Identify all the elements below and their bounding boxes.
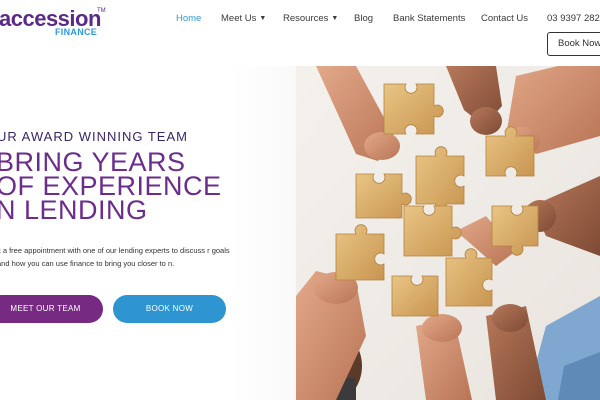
- site-header: accession TM FINANCE Home Meet Us ▼ Resou…: [0, 0, 600, 66]
- nav-contact-us[interactable]: Contact Us: [481, 13, 528, 24]
- nav-meet-us[interactable]: Meet Us ▼: [221, 13, 266, 24]
- hero-background: [0, 66, 330, 400]
- hero-photo: [296, 66, 600, 400]
- hero-intro-text: k a free appointment with one of our len…: [0, 245, 230, 268]
- nav-home[interactable]: Home: [176, 13, 201, 24]
- chevron-down-icon: ▼: [259, 15, 267, 22]
- nav-blog[interactable]: Blog: [354, 13, 373, 24]
- headline-line-3: N LENDING: [0, 195, 148, 225]
- header-book-now-button[interactable]: Book Now: [547, 32, 600, 56]
- hero-eyebrow: UR AWARD WINNING TEAM: [0, 129, 188, 144]
- nav-resources[interactable]: Resources ▼: [283, 13, 338, 24]
- hero-section: UR AWARD WINNING TEAM BRING YEARS OF EXP…: [0, 66, 600, 400]
- phone-number[interactable]: 03 9397 2824: [547, 13, 600, 24]
- nav-bank-statements[interactable]: Bank Statements: [393, 13, 465, 24]
- logo-subtitle: FINANCE: [55, 27, 98, 37]
- logo-trademark: TM: [97, 8, 106, 14]
- nav-resources-label: Resources: [283, 13, 329, 24]
- nav-meet-us-label: Meet Us: [221, 13, 257, 24]
- chevron-down-icon: ▼: [331, 15, 339, 22]
- hero-headline: BRING YEARS OF EXPERIENCE N LENDING: [0, 149, 326, 225]
- hands-puzzle-illustration: [296, 66, 600, 400]
- meet-our-team-button[interactable]: MEET OUR TEAM: [0, 295, 103, 323]
- book-now-button[interactable]: BOOK NOW: [113, 295, 226, 323]
